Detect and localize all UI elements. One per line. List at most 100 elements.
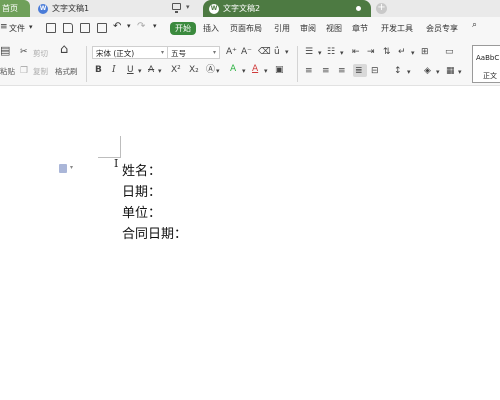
- font-color-button[interactable]: A: [252, 64, 258, 74]
- text-effect-icon[interactable]: Ⓐ: [206, 65, 215, 75]
- subscript-button[interactable]: X₂: [189, 65, 199, 75]
- print-preview-icon[interactable]: [97, 23, 107, 33]
- chevron-down-icon: ▾: [212, 49, 216, 56]
- line-spacing-icon[interactable]: ↕: [394, 66, 402, 76]
- chevron-down-icon[interactable]: ▾: [411, 48, 415, 58]
- doc-line-unit[interactable]: 单位：: [122, 202, 161, 221]
- save-icon[interactable]: [46, 23, 56, 33]
- tab-home[interactable]: 首页: [0, 0, 30, 17]
- decrease-indent-icon[interactable]: ⇤: [352, 47, 360, 57]
- show-marks-icon[interactable]: ↵: [398, 47, 406, 57]
- distributed-icon[interactable]: ⊟: [371, 66, 379, 76]
- paste-button[interactable]: 粘贴: [0, 66, 15, 77]
- undo-icon[interactable]: ↶: [113, 21, 121, 32]
- scissors-icon[interactable]: ✂: [20, 47, 28, 57]
- underline-button[interactable]: U: [127, 65, 134, 75]
- cut-button[interactable]: 剪切: [33, 48, 48, 59]
- layout-icon[interactable]: ▭: [445, 47, 454, 57]
- shading-icon[interactable]: ◈: [424, 66, 431, 76]
- chevron-down-icon[interactable]: ▾: [216, 66, 220, 76]
- align-center-icon[interactable]: ≡: [322, 66, 330, 76]
- copy-button[interactable]: 复制: [33, 66, 48, 77]
- highlight-button[interactable]: A: [230, 64, 236, 74]
- chevron-down-icon[interactable]: ▾: [138, 66, 142, 76]
- page-margin-corner-mark: [120, 136, 121, 158]
- ribbon-separator: [297, 46, 298, 82]
- eraser-icon[interactable]: ⌫: [258, 47, 271, 57]
- grid-icon[interactable]: ⊞: [421, 47, 429, 57]
- chevron-down-icon: ▾: [160, 49, 164, 56]
- strikethrough-button[interactable]: A: [148, 65, 154, 75]
- export-pdf-icon[interactable]: [63, 23, 73, 33]
- text-cursor-icon: I: [114, 157, 119, 170]
- redo-icon[interactable]: ↷: [137, 21, 145, 32]
- doc-line-contract-date[interactable]: 合同日期：: [122, 223, 187, 242]
- ribbon-separator: [86, 46, 87, 82]
- document-tab-bar: 首页 W 文字文稿1 ▾ W 文字文稿2 +: [0, 0, 500, 17]
- monitor-icon[interactable]: [172, 3, 181, 13]
- font-name-select[interactable]: 宋体 (正文) ▾: [92, 46, 168, 59]
- bold-button[interactable]: B: [95, 65, 102, 75]
- tab-member[interactable]: 会员专享: [426, 23, 458, 34]
- new-tab-button[interactable]: +: [376, 3, 387, 14]
- tab-developer[interactable]: 开发工具: [381, 23, 413, 34]
- font-size-value: 五号: [171, 49, 186, 58]
- chevron-down-icon[interactable]: ▾: [158, 66, 162, 76]
- copy-icon[interactable]: ❐: [20, 66, 28, 76]
- chevron-down-icon[interactable]: ▾: [318, 48, 322, 58]
- file-menu[interactable]: 文件: [9, 23, 25, 34]
- tab-start[interactable]: 开始: [170, 22, 196, 35]
- chevron-down-icon[interactable]: ▾: [458, 67, 462, 77]
- chevron-down-icon[interactable]: ▾: [70, 164, 73, 171]
- justify-icon[interactable]: ≣: [355, 66, 363, 76]
- document-canvas[interactable]: [0, 86, 500, 400]
- font-name-value: 宋体 (正文): [96, 49, 135, 58]
- font-size-select[interactable]: 五号 ▾: [167, 46, 220, 59]
- tab-doc1[interactable]: W 文字文稿1: [38, 0, 148, 17]
- chevron-down-icon[interactable]: ▾: [285, 47, 289, 57]
- borders-icon[interactable]: ▦: [446, 66, 455, 76]
- tab-references[interactable]: 引用: [274, 23, 290, 34]
- sort-icon[interactable]: ⇅: [383, 47, 391, 57]
- italic-button[interactable]: I: [112, 65, 116, 75]
- tab-doc2[interactable]: W 文字文稿2: [203, 0, 371, 17]
- unsaved-dot-icon[interactable]: [356, 6, 361, 11]
- chevron-down-icon[interactable]: ▾: [186, 3, 190, 11]
- chevron-down-icon[interactable]: ▾: [340, 48, 344, 58]
- undo-caret-icon[interactable]: ▾: [127, 22, 131, 30]
- tab-chapter[interactable]: 章节: [352, 23, 368, 34]
- increase-indent-icon[interactable]: ⇥: [367, 47, 375, 57]
- tab-insert[interactable]: 插入: [203, 23, 219, 34]
- format-painter-icon[interactable]: ⌂: [60, 43, 68, 56]
- chevron-down-icon[interactable]: ▾: [407, 67, 411, 77]
- phonetic-icon[interactable]: ǘ: [274, 47, 280, 57]
- char-border-icon[interactable]: ▣: [275, 65, 284, 75]
- align-left-icon[interactable]: ≡: [305, 66, 313, 76]
- format-painter-button[interactable]: 格式刷: [55, 66, 78, 77]
- doc-line-name[interactable]: 姓名：: [122, 160, 161, 179]
- chevron-down-icon[interactable]: ▾: [436, 67, 440, 77]
- superscript-button[interactable]: X²: [171, 65, 181, 75]
- file-menu-caret-icon[interactable]: ▾: [29, 23, 33, 31]
- print-icon[interactable]: [80, 23, 90, 33]
- menu-icon[interactable]: ≡: [0, 22, 8, 32]
- tab-page-layout[interactable]: 页面布局: [230, 23, 262, 34]
- search-icon[interactable]: ⌕: [472, 20, 477, 30]
- chevron-down-icon[interactable]: ▾: [264, 66, 268, 76]
- paragraph-handle-icon[interactable]: [59, 164, 67, 173]
- tab-view[interactable]: 视图: [326, 23, 342, 34]
- style-gallery-normal[interactable]: AaBbC 正文: [472, 45, 500, 83]
- numbered-list-icon[interactable]: ☷: [327, 47, 335, 57]
- tab-doc1-label: 文字文稿1: [52, 4, 90, 13]
- paste-icon[interactable]: ▤: [0, 45, 10, 56]
- doc-line-date[interactable]: 日期：: [122, 181, 161, 200]
- more-caret-icon[interactable]: ▾: [153, 22, 157, 30]
- style-preview-text: AaBbC: [476, 54, 500, 62]
- shrink-font-button[interactable]: A⁻: [241, 47, 252, 57]
- tab-review[interactable]: 审阅: [300, 23, 316, 34]
- chevron-down-icon[interactable]: ▾: [242, 66, 246, 76]
- bullet-list-icon[interactable]: ☰: [305, 47, 313, 57]
- align-right-icon[interactable]: ≡: [338, 66, 346, 76]
- style-name-label: 正文: [483, 72, 497, 80]
- grow-font-button[interactable]: A⁺: [226, 47, 237, 57]
